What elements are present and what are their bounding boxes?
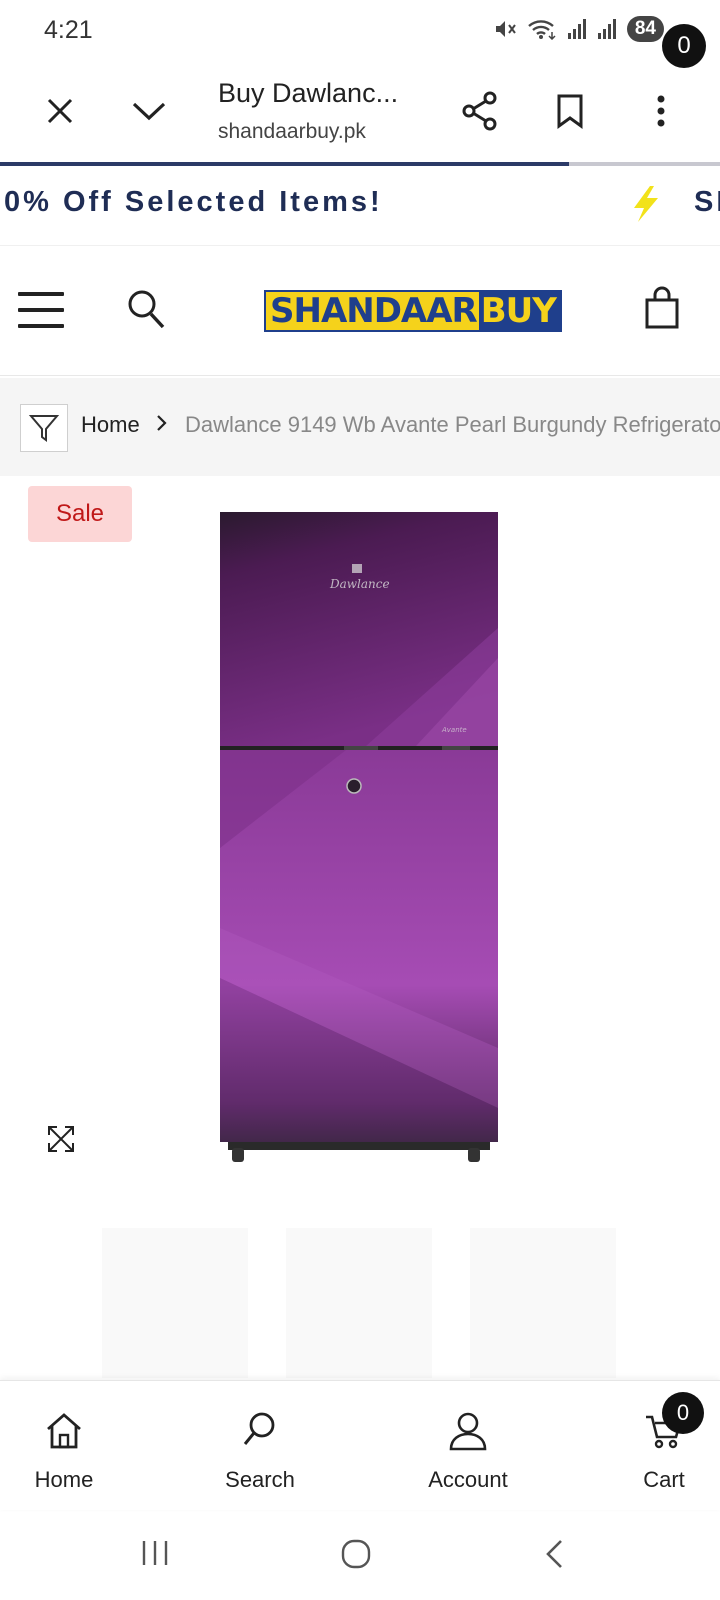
logo-text-buy: BUY <box>478 292 560 330</box>
battery-level: 84 <box>626 16 664 42</box>
status-icons: 84 <box>493 16 664 42</box>
filter-icon <box>28 415 60 442</box>
system-navigation <box>0 1512 720 1600</box>
recents-icon <box>142 1541 168 1565</box>
close-icon <box>47 98 73 124</box>
home-icon <box>44 1411 84 1456</box>
tab-url[interactable]: shandaarbuy.pk <box>218 120 366 144</box>
expand-icon <box>48 1126 74 1152</box>
announcement-text-next: SI <box>694 186 720 218</box>
filter-button[interactable] <box>20 404 68 452</box>
thumbnail[interactable] <box>102 1228 248 1378</box>
bookmark-icon <box>557 94 583 129</box>
logo-text-shandaar: SHANDAAR <box>266 292 479 330</box>
site-logo[interactable]: SHANDAAR BUY <box>264 290 562 332</box>
shopping-bag-icon <box>645 286 679 329</box>
menu-icon[interactable] <box>18 290 66 330</box>
nav-cart-count: 0 <box>662 1392 704 1434</box>
mute-icon <box>493 18 517 40</box>
breadcrumb-current: Dawlance 9149 Wb Avante Pearl Burgundy R… <box>185 412 720 437</box>
signal-icon <box>597 18 617 40</box>
nav-account[interactable]: Account <box>398 1381 538 1511</box>
product-thumbnails <box>0 1228 720 1378</box>
breadcrumb-home-link[interactable]: Home <box>81 412 140 438</box>
back-button[interactable] <box>542 1538 566 1575</box>
sale-badge: Sale <box>28 486 132 542</box>
bookmark-button[interactable] <box>545 86 595 136</box>
nav-home-label: Home <box>34 1467 94 1492</box>
nav-cart[interactable]: Cart <box>594 1381 720 1511</box>
status-time: 4:21 <box>44 16 93 44</box>
search-icon[interactable] <box>126 288 166 335</box>
status-bar: 4:21 84 <box>0 0 720 60</box>
fridge-model-text: Avante <box>441 726 467 734</box>
nav-search[interactable]: Search <box>190 1381 330 1511</box>
product-gallery: Sale Dawlance Avante <box>0 476 720 1216</box>
chevron-right-icon <box>156 414 168 437</box>
breadcrumb: Home Dawlance 9149 Wb Avante Pearl Burgu… <box>0 378 720 476</box>
lightning-icon <box>628 184 664 229</box>
tab-title[interactable]: Buy Dawlanc... <box>218 78 398 109</box>
signal-icon <box>567 18 587 40</box>
wifi-icon <box>527 18 557 40</box>
bottom-navigation: Home Search Account Cart <box>0 1380 720 1510</box>
nav-home[interactable]: Home <box>0 1381 134 1511</box>
announcement-text: 0% Off Selected Items! <box>4 186 383 218</box>
search-icon <box>242 1411 278 1454</box>
browser-toolbar: Buy Dawlanc... shandaarbuy.pk <box>0 60 720 162</box>
back-icon <box>546 1540 562 1568</box>
product-image[interactable]: Dawlance Avante <box>216 508 502 1168</box>
home-circle-icon <box>341 1539 371 1569</box>
home-system-button[interactable] <box>340 1538 372 1575</box>
nav-account-label: Account <box>428 1467 508 1492</box>
chevron-down-icon <box>132 102 166 121</box>
minimize-tab-button[interactable] <box>124 86 174 136</box>
share-icon <box>462 91 497 131</box>
site-header: SHANDAAR BUY <box>0 248 720 376</box>
thumbnail[interactable] <box>470 1228 616 1378</box>
more-options-button[interactable] <box>636 86 686 136</box>
nav-cart-label: Cart <box>643 1467 685 1492</box>
thumbnail[interactable] <box>286 1228 432 1378</box>
header-cart-button[interactable] <box>644 286 680 335</box>
more-vert-icon <box>657 95 665 127</box>
account-icon <box>448 1411 488 1456</box>
close-tab-button[interactable] <box>35 86 85 136</box>
expand-image-button[interactable] <box>46 1124 76 1159</box>
header-cart-count: 0 <box>662 24 706 68</box>
share-button[interactable] <box>455 86 505 136</box>
nav-search-label: Search <box>225 1467 295 1492</box>
recents-button[interactable] <box>140 1538 170 1573</box>
announcement-bar[interactable]: 0% Off Selected Items! SI <box>0 166 720 246</box>
fridge-brand-text: Dawlance <box>329 577 390 591</box>
